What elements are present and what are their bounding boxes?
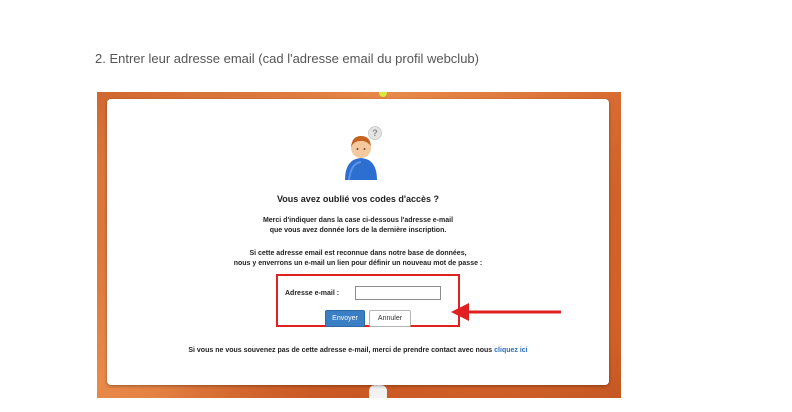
contact-text: Si vous ne vous souvenez pas de cette ad… [188, 347, 493, 354]
user-question-icon: ? [345, 126, 382, 181]
screenshot-frame: ? Vous avez oublié vos codes d'accès ? M… [97, 92, 621, 398]
instructions-line: Merci d'indiquer dans la case ci-dessous… [262, 217, 454, 224]
info-line: Si cette adresse email est reconnue dans… [249, 250, 467, 257]
forgot-password-dialog: ? Vous avez oublié vos codes d'accès ? M… [107, 99, 609, 385]
info-paragraph: Si cette adresse email est reconnue dans… [107, 249, 609, 269]
email-field[interactable] [355, 286, 441, 300]
dialog-title: Vous avez oublié vos codes d'accès ? [276, 194, 440, 204]
contact-footer: Si vous ne vous souvenez pas de cette ad… [107, 347, 609, 354]
racket-decoration [369, 385, 387, 398]
tennis-ball [379, 92, 387, 97]
svg-text:?: ? [372, 128, 378, 138]
highlight-box [276, 274, 460, 327]
instructions-line: que vous avez donnée lors de la dernière… [269, 227, 447, 234]
email-label: Adresse e-mail : [285, 290, 340, 297]
cancel-button[interactable]: Annuler [369, 310, 411, 327]
instructions-paragraph: Merci d'indiquer dans la case ci-dessous… [107, 216, 609, 236]
info-line: nous y enverrons un e-mail un lien pour … [233, 260, 483, 267]
annotation-arrow [451, 303, 561, 321]
instruction-text: 2. Entrer leur adresse email (cad l'adre… [95, 51, 479, 66]
contact-link[interactable]: cliquez ici [494, 347, 527, 354]
send-button[interactable]: Envoyer [325, 310, 365, 327]
